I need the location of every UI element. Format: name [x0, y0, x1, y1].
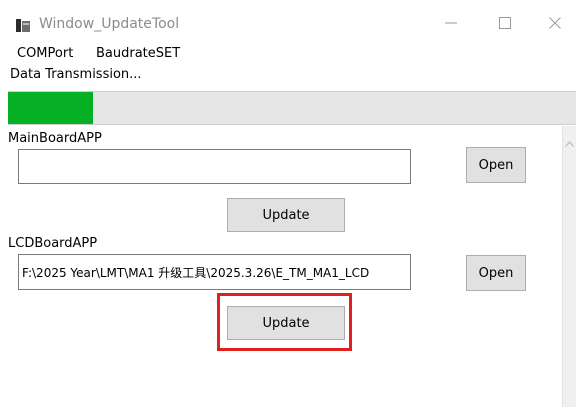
minimize-icon — [445, 17, 457, 29]
close-button[interactable] — [533, 6, 576, 40]
main-board-app-label: MainBoardAPP — [8, 131, 102, 146]
vertical-scrollbar[interactable] — [562, 126, 576, 407]
lcd-board-app-label: LCDBoardAPP — [8, 236, 98, 251]
maximize-button[interactable] — [483, 6, 527, 40]
scroll-up-arrow-icon[interactable] — [565, 132, 574, 151]
menu-bar: COMPort BaudrateSET — [0, 44, 576, 66]
status-text: Data Transmission... — [10, 67, 142, 82]
update-tool-window: Window_UpdateTool COMPort BaudrateSET Da… — [0, 0, 576, 407]
main-board-path-input[interactable] — [18, 149, 411, 184]
lcd-board-update-button[interactable]: Update — [227, 306, 345, 340]
window-title: Window_UpdateTool — [39, 16, 180, 32]
main-board-update-button[interactable]: Update — [227, 198, 345, 232]
app-icon — [15, 17, 31, 33]
menu-item-comport[interactable]: COMPort — [17, 46, 73, 61]
menu-item-baudrate-set[interactable]: BaudrateSET — [96, 46, 180, 61]
main-board-open-button[interactable]: Open — [466, 147, 526, 183]
title-bar[interactable]: Window_UpdateTool — [0, 0, 576, 44]
close-icon — [549, 17, 561, 29]
maximize-icon — [499, 17, 511, 29]
progress-fill — [8, 92, 94, 124]
lcd-board-path-input[interactable] — [18, 254, 411, 290]
lcd-board-open-button[interactable]: Open — [466, 255, 526, 291]
progress-bar — [8, 91, 576, 125]
minimize-button[interactable] — [429, 6, 473, 40]
